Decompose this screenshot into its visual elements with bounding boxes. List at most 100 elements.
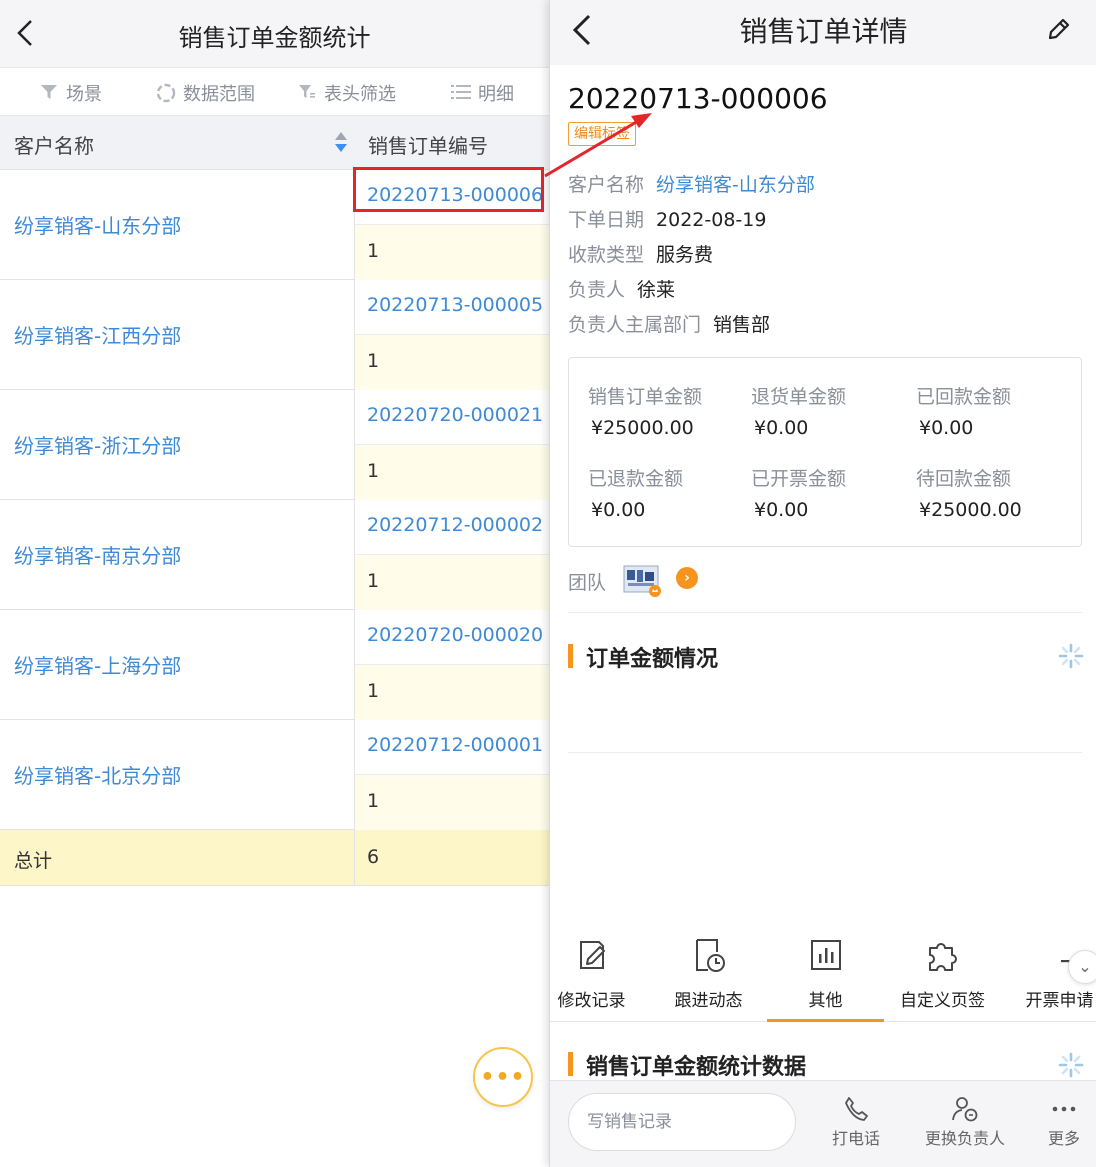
loading-icon [1058, 1052, 1084, 1078]
customer-link[interactable]: 纷享销客-山东分部 [14, 210, 181, 239]
order-no-cell[interactable]: 20220712-000001 [355, 720, 549, 775]
order-no-link[interactable]: 20220713-000005 [367, 294, 543, 316]
info-owner: 负责人 徐莱 [568, 279, 676, 301]
order-no-link[interactable]: 20220720-000020 [367, 624, 543, 646]
right-panel: 销售订单详情 20220713-000006 编辑标签 客户名称 纷享销客-山东分… [549, 0, 1096, 1167]
info-customer: 客户名称 纷享销客-山东分部 [568, 174, 815, 196]
left-header: 销售订单金额统计 [0, 0, 549, 68]
total-row: 总计 6 [0, 830, 549, 886]
order-number: 20220713-000006 [568, 82, 828, 115]
tab-custom-page[interactable]: 自定义页签 [884, 930, 1001, 1022]
team-more-icon[interactable]: › [676, 567, 698, 589]
ellipsis-icon: ••• [480, 1065, 526, 1090]
tab-change-log[interactable]: 修改记录 [550, 930, 650, 1022]
avatar[interactable] [622, 562, 662, 597]
left-panel: 销售订单金额统计 场景 数据范围 表头筛选 明细 客户名称 销售订单编号 纷享销… [0, 0, 549, 1167]
amount-value: ¥0.00 [754, 499, 809, 521]
header-filter-icon [296, 82, 318, 104]
amount-label: 已回款金额 [916, 386, 1012, 408]
follow-up-icon [690, 936, 728, 974]
edit-record-icon [573, 936, 611, 974]
loading-icon [1058, 643, 1084, 669]
more-icon [1052, 1106, 1076, 1112]
call-button[interactable]: 打电话 [826, 1095, 886, 1149]
order-no-cell[interactable]: 20220720-000021 [355, 390, 549, 445]
count-cell: 1 [355, 335, 549, 390]
customer-link[interactable]: 纷享销客-北京分部 [14, 760, 181, 789]
customer-link[interactable]: 纷享销客-浙江分部 [14, 430, 181, 459]
more-fab-button[interactable]: ••• [473, 1047, 533, 1107]
customer-link[interactable]: 纷享销客-江西分部 [14, 320, 181, 349]
table-header: 客户名称 销售订单编号 [0, 116, 549, 170]
team-label: 团队 [568, 572, 607, 594]
detail-header: 销售订单详情 [550, 0, 1096, 65]
total-label: 总计 [14, 850, 53, 872]
write-sales-record-input[interactable]: 写销售记录 [568, 1093, 796, 1151]
toolbar: 场景 数据范围 表头筛选 明细 [0, 68, 549, 116]
count-cell: 1 [355, 775, 549, 830]
info-payment-type: 收款类型 服务费 [568, 244, 714, 266]
page-title: 销售订单金额统计 [178, 24, 371, 52]
amount-value: ¥0.00 [591, 499, 646, 521]
column-divider [354, 170, 355, 884]
table-row: 纷享销客-北京分部 20220712-000001 1 [0, 720, 549, 830]
tab-bar: 修改记录 跟进动态 其他 自定义页签 开票申请 [550, 930, 1096, 1022]
edit-tag-button[interactable]: 编辑标签 [568, 122, 636, 146]
customer-link[interactable]: 纷享销客-南京分部 [14, 540, 181, 569]
column-header-customer[interactable]: 客户名称 [14, 130, 94, 159]
amount-summary-card: 销售订单金额 ¥25000.00 退货单金额 ¥0.00 已回款金额 ¥0.00… [568, 357, 1082, 547]
info-order-date: 下单日期 2022-08-19 [568, 209, 767, 231]
amount-label: 退货单金额 [751, 386, 847, 408]
more-button[interactable]: 更多 [1042, 1095, 1086, 1149]
header-filter-label: 表头筛选 [324, 84, 396, 105]
tab-other[interactable]: 其他 [767, 930, 884, 1022]
table-row: 纷享销客-浙江分部 20220720-000021 1 [0, 390, 549, 500]
amount-label: 已退款金额 [588, 468, 684, 490]
detail-title: 销售订单详情 [739, 15, 908, 48]
order-no-link[interactable]: 20220712-000002 [367, 514, 543, 536]
scene-button[interactable]: 场景 [38, 80, 102, 106]
order-no-link[interactable]: 20220720-000021 [367, 404, 543, 426]
amount-value: ¥0.00 [919, 417, 974, 439]
section-stats-data-title: 销售订单金额统计数据 [586, 1055, 807, 1080]
count-cell: 1 [355, 225, 549, 280]
tab-follow-up[interactable]: 跟进动态 [650, 930, 767, 1022]
header-filter-button[interactable]: 表头筛选 [296, 80, 396, 106]
chart-icon [807, 936, 845, 974]
detail-label: 明细 [478, 84, 514, 105]
data-range-button[interactable]: 数据范围 [155, 80, 255, 106]
amount-label: 销售订单金额 [588, 386, 703, 408]
table-row: 纷享销客-江西分部 20220713-000005 1 [0, 280, 549, 390]
bottom-action-bar: 写销售记录 打电话 更换负责人 更多 [550, 1080, 1096, 1167]
amount-value: ¥25000.00 [591, 417, 694, 439]
scene-label: 场景 [66, 84, 102, 105]
highlight-box [353, 167, 544, 212]
amount-label: 已开票金额 [751, 468, 847, 490]
customer-link[interactable]: 纷享销客-上海分部 [14, 650, 181, 679]
sort-icon[interactable] [334, 132, 348, 154]
active-tab-indicator [767, 1019, 884, 1022]
order-no-cell[interactable]: 20220720-000020 [355, 610, 549, 665]
info-owner-dept: 负责人主属部门 销售部 [568, 314, 771, 336]
amount-label: 待回款金额 [916, 468, 1012, 490]
detail-button[interactable]: 明细 [450, 80, 514, 106]
order-no-cell[interactable]: 20220712-000002 [355, 500, 549, 555]
data-range-label: 数据范围 [183, 84, 255, 105]
change-owner-icon [952, 1097, 978, 1122]
column-header-order-no[interactable]: 销售订单编号 [368, 130, 488, 159]
phone-icon [845, 1097, 868, 1121]
customer-link[interactable]: 纷享销客-山东分部 [656, 174, 815, 196]
puzzle-icon [924, 936, 962, 974]
section-order-amount-title: 订单金额情况 [586, 647, 719, 672]
chevron-down-icon[interactable]: ⌄ [1068, 950, 1096, 984]
table-row: 纷享销客-南京分部 20220712-000002 1 [0, 500, 549, 610]
amount-value: ¥25000.00 [919, 499, 1022, 521]
change-owner-button[interactable]: 更换负责人 [920, 1095, 1010, 1149]
order-no-link[interactable]: 20220712-000001 [367, 734, 543, 756]
filter-icon [38, 82, 60, 104]
order-no-cell[interactable]: 20220713-000005 [355, 280, 549, 335]
table-row: 纷享销客-上海分部 20220720-000020 1 [0, 610, 549, 720]
edit-icon[interactable] [1044, 14, 1076, 46]
count-cell: 1 [355, 445, 549, 500]
list-icon [450, 82, 472, 104]
